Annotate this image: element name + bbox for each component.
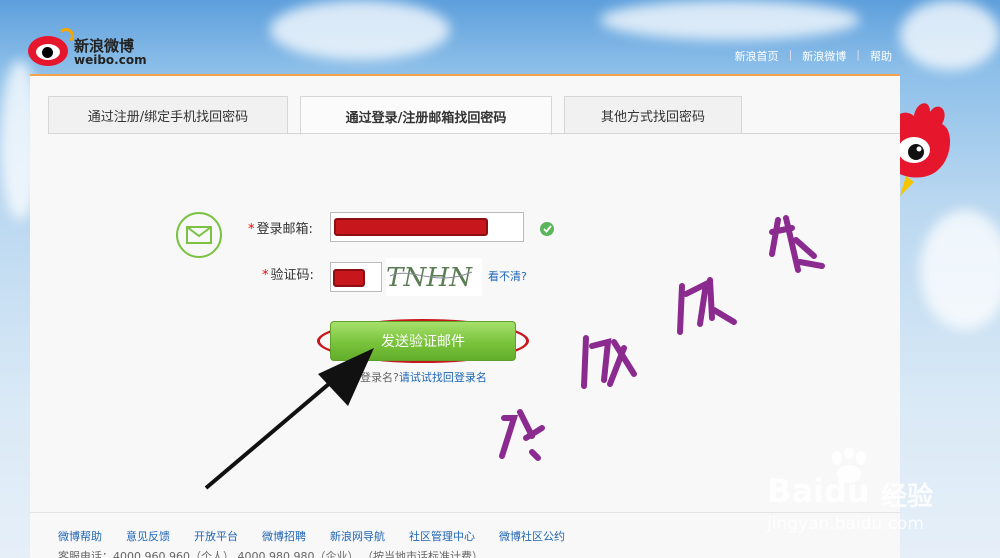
email-label-text: 登录邮箱: (256, 222, 313, 237)
captcha-label-text: 验证码: (270, 268, 314, 283)
nav-sina-home[interactable]: 新浪首页 (735, 48, 779, 64)
top-nav: 新浪首页 | 新浪微博 | 帮助 (735, 48, 892, 64)
nav-help[interactable]: 帮助 (870, 48, 892, 64)
envelope-icon (186, 226, 212, 244)
cloud (900, 0, 1000, 70)
required-marker: * (262, 268, 269, 283)
baidu-watermark: Baidu 经验 jingyan.baidu.com (765, 448, 965, 538)
cloud (920, 210, 1000, 330)
logo-text-en: weibo.com (74, 53, 147, 67)
tab-bar: 通过注册/绑定手机找回密码 通过登录/注册邮箱找回密码 其他方式找回密码 (48, 96, 754, 135)
footer-link-sina-nav[interactable]: 新浪网导航 (330, 528, 385, 544)
cloud (270, 0, 450, 60)
tab-email-recovery[interactable]: 通过登录/注册邮箱找回密码 (300, 96, 552, 135)
tab-other-recovery[interactable]: 其他方式找回密码 (564, 96, 742, 134)
captcha-label: * 验证码: (262, 264, 314, 283)
footer-link-feedback[interactable]: 意见反馈 (126, 528, 170, 544)
nav-separator: | (788, 48, 793, 61)
footer-link-help[interactable]: 微博帮助 (58, 528, 102, 544)
customer-service-hotline: 客服电话：4000 960 960（个人） 4000 980 980（企业） （… (58, 550, 483, 558)
weibo-logo[interactable]: 新浪微博 weibo.com (28, 28, 148, 70)
required-marker: * (248, 222, 255, 237)
footer-link-open-platform[interactable]: 开放平台 (194, 528, 238, 544)
footer-links: 微博帮助 意见反馈 开放平台 微博招聘 新浪网导航 社区管理中心 微博社区公约 (58, 528, 565, 544)
footer-link-community-rules[interactable]: 微博社区公约 (499, 528, 565, 544)
recover-username-link[interactable]: 请试试找回登录名 (399, 371, 487, 384)
mail-icon (176, 212, 222, 258)
email-label: * 登录邮箱: (248, 218, 313, 237)
footer-link-jobs[interactable]: 微博招聘 (262, 528, 306, 544)
logo-wave-icon (58, 28, 74, 44)
nav-separator: | (856, 48, 860, 61)
baidu-brand: Baidu (767, 472, 870, 510)
logo-eye-pupil (42, 47, 53, 58)
nav-sina-weibo[interactable]: 新浪微博 (802, 48, 846, 64)
footer-link-community-admin[interactable]: 社区管理中心 (409, 528, 475, 544)
captcha-text: TNHN (386, 263, 473, 293)
arrow-annotation-icon (204, 348, 374, 490)
calligraphy-decoration (499, 215, 825, 461)
captcha-image[interactable]: TNHN (386, 258, 482, 296)
redacted-email (334, 218, 488, 236)
cloud (600, 0, 860, 40)
tab-divider (48, 133, 900, 134)
baidu-brand-cn: 经验 (881, 482, 934, 512)
tab-phone-recovery[interactable]: 通过注册/绑定手机找回密码 (48, 96, 288, 134)
redacted-captcha (333, 269, 365, 287)
baidu-domain: jingyan.baidu.com (767, 514, 924, 534)
